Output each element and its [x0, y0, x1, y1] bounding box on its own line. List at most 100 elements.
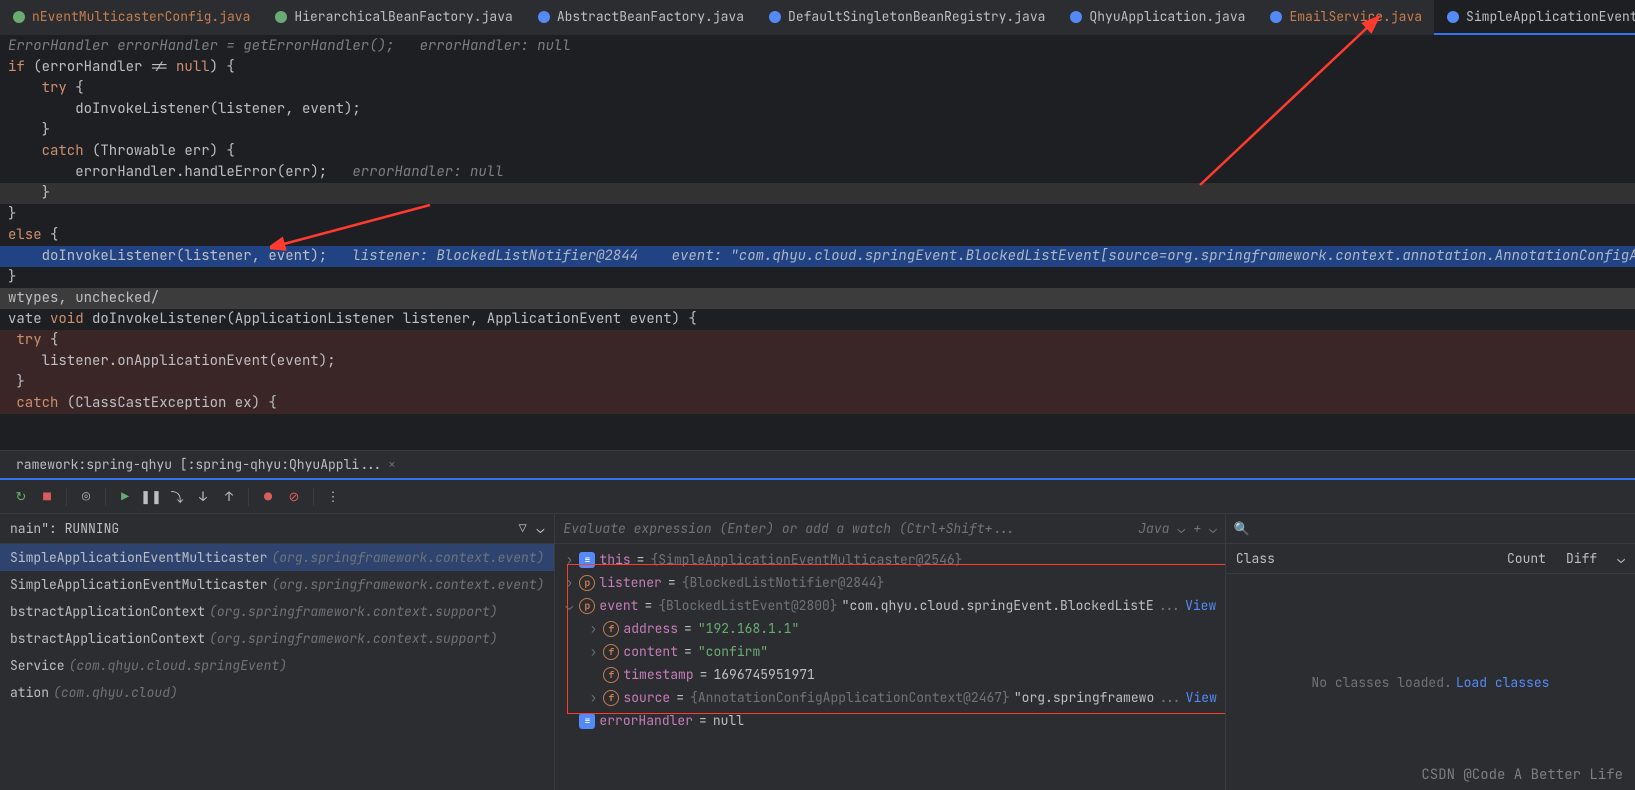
stop-icon[interactable]: ■	[36, 486, 58, 508]
code-line: catch (ClassCastException ex) {	[0, 393, 1635, 414]
var-row[interactable]: ≡errorHandler=null	[555, 709, 1224, 732]
tab-label: HierarchicalBeanFactory.java	[294, 8, 512, 25]
tab-1[interactable]: HierarchicalBeanFactory.java	[262, 0, 524, 35]
frame-item[interactable]: ation (com.qhyu.cloud)	[0, 679, 554, 706]
field-icon: f	[603, 690, 619, 706]
chevron-down-icon[interactable]: ⌄	[1177, 520, 1185, 537]
object-icon: ≡	[579, 552, 595, 568]
chevron-right-icon[interactable]: ›	[587, 689, 599, 706]
chevron-right-icon[interactable]: ›	[563, 551, 575, 568]
mute-breakpoints-icon[interactable]: ⊘	[283, 486, 305, 508]
tab-5[interactable]: EmailService.java	[1257, 0, 1434, 35]
frame-item[interactable]: Service (com.qhyu.cloud.springEvent)	[0, 652, 554, 679]
chevron-right-icon[interactable]: ›	[587, 620, 599, 637]
chevron-down-icon[interactable]: ⌄	[1607, 544, 1635, 573]
show-execution-point-icon[interactable]: ◎	[75, 486, 97, 508]
separator	[66, 488, 67, 506]
tab-label: QhyuApplication.java	[1089, 8, 1245, 25]
java-class-icon	[1069, 10, 1083, 24]
var-row[interactable]: ›plistener={BlockedListNotifier@2844}	[555, 571, 1224, 594]
tab-label: AbstractBeanFactory.java	[557, 8, 744, 25]
tab-label: DefaultSingletonBeanRegistry.java	[788, 8, 1045, 25]
code-line: listener.onApplicationEvent(event);	[0, 351, 1635, 372]
col-class[interactable]: Class	[1226, 544, 1497, 573]
field-icon: f	[603, 644, 619, 660]
code-line: if (errorHandler != null) {	[0, 57, 1635, 78]
chevron-right-icon[interactable]: ›	[587, 643, 599, 660]
code-editor[interactable]: ErrorHandler errorHandler = getErrorHand…	[0, 36, 1635, 450]
view-link[interactable]: View	[1186, 689, 1217, 706]
chevron-down-icon[interactable]: ⌄	[537, 520, 545, 537]
rerun-icon[interactable]: ↻	[10, 486, 32, 508]
frame-item[interactable]: SimpleApplicationEventMulticaster (org.s…	[0, 544, 554, 571]
tab-4[interactable]: QhyuApplication.java	[1057, 0, 1257, 35]
evaluate-lang-label: Java	[1138, 520, 1169, 537]
pause-icon[interactable]: ❚❚	[140, 486, 162, 508]
col-diff[interactable]: Diff	[1556, 544, 1607, 573]
watermark: CSDN @Code A Better Life	[1421, 766, 1623, 784]
more-icon[interactable]: ⋮	[322, 486, 344, 508]
filter-icon[interactable]: ▽	[519, 520, 527, 537]
code-line: try {	[0, 78, 1635, 99]
view-breakpoints-icon[interactable]: ●	[257, 486, 279, 508]
code-line: }	[0, 372, 1635, 393]
tab-2[interactable]: AbstractBeanFactory.java	[525, 0, 756, 35]
object-icon: ≡	[579, 713, 595, 729]
add-watch-icon[interactable]: +	[1193, 520, 1201, 537]
code-line: wtypes, unchecked/	[0, 288, 1635, 309]
tab-3[interactable]: DefaultSingletonBeanRegistry.java	[756, 0, 1057, 35]
var-row[interactable]: ⌄pevent={BlockedListEvent@2800} "com.qhy…	[555, 594, 1224, 617]
code-line: doInvokeListener(listener, event);	[0, 99, 1635, 120]
frame-item[interactable]: bstractApplicationContext (org.springfra…	[0, 625, 554, 652]
java-class-icon	[1446, 10, 1460, 24]
chevron-right-icon[interactable]: ›	[563, 574, 575, 591]
var-row[interactable]: ›fcontent="confirm"	[555, 640, 1224, 663]
java-class-icon	[12, 10, 26, 24]
java-class-icon	[1269, 10, 1283, 24]
search-icon[interactable]: 🔍	[1234, 520, 1250, 537]
var-row[interactable]: ›≡this={SimpleApplicationEventMulticaste…	[555, 548, 1224, 571]
chevron-down-icon[interactable]: ⌄	[563, 597, 575, 614]
debug-session-tab[interactable]: ramework:spring-qhyu [:spring-qhyu:QhyuA…	[8, 451, 403, 478]
step-out-icon[interactable]: ↑	[218, 486, 240, 508]
step-into-icon[interactable]: ↓	[192, 486, 214, 508]
col-count[interactable]: Count	[1497, 544, 1556, 573]
debug-tab-label: ramework:spring-qhyu [:spring-qhyu:QhyuA…	[16, 456, 383, 473]
separator	[313, 488, 314, 506]
java-class-icon	[768, 10, 782, 24]
resume-icon[interactable]: ▶	[114, 486, 136, 508]
code-line: vate void doInvokeListener(ApplicationLi…	[0, 309, 1635, 330]
separator	[248, 488, 249, 506]
code-line: catch (Throwable err) {	[0, 141, 1635, 162]
var-row[interactable]: ›fsource={AnnotationConfigApplicationCon…	[555, 686, 1224, 709]
tab-0[interactable]: nEventMulticasterConfig.java	[0, 0, 262, 35]
variables-panel: Evaluate expression (Enter) or add a wat…	[555, 514, 1225, 790]
param-icon: p	[579, 575, 595, 591]
frame-item[interactable]: bstractApplicationContext (org.springfra…	[0, 598, 554, 625]
code-line: }	[0, 267, 1635, 288]
thread-label: nain": RUNNING	[10, 520, 119, 537]
expand-icon[interactable]: ⌄	[1209, 520, 1217, 537]
tab-6[interactable]: SimpleApplicationEventMulticaster.java✕	[1434, 0, 1635, 35]
code-line: }	[0, 204, 1635, 225]
close-icon[interactable]: ✕	[389, 458, 396, 472]
frames-panel: nain": RUNNING ▽ ⌄ SimpleApplicationEven…	[0, 514, 555, 790]
classes-panel: 🔍 Class Count Diff ⌄ No classes loaded. …	[1226, 514, 1635, 790]
load-classes-link[interactable]: Load classes	[1456, 674, 1550, 691]
variables-tree[interactable]: ›≡this={SimpleApplicationEventMulticaste…	[555, 544, 1224, 790]
tab-label: SimpleApplicationEventMulticaster.java	[1466, 8, 1635, 25]
evaluate-input[interactable]: Evaluate expression (Enter) or add a wat…	[563, 520, 1130, 537]
tab-label: nEventMulticasterConfig.java	[32, 8, 250, 25]
editor-tabs: nEventMulticasterConfig.java Hierarchica…	[0, 0, 1635, 36]
classes-empty-state: No classes loaded. Load classes	[1226, 574, 1635, 790]
tab-label: EmailService.java	[1289, 8, 1422, 25]
var-row[interactable]: ftimestamp=1696745951971	[555, 663, 1224, 686]
frame-item[interactable]: SimpleApplicationEventMulticaster (org.s…	[0, 571, 554, 598]
separator	[105, 488, 106, 506]
frames-list: SimpleApplicationEventMulticaster (org.s…	[0, 544, 554, 706]
evaluate-expression-row: Evaluate expression (Enter) or add a wat…	[555, 514, 1224, 544]
view-link[interactable]: View	[1185, 597, 1216, 614]
code-line: errorHandler.handleError(err); errorHand…	[0, 162, 1635, 183]
step-over-icon[interactable]: ⤵	[166, 486, 188, 508]
var-row[interactable]: ›faddress="192.168.1.1"	[555, 617, 1224, 640]
